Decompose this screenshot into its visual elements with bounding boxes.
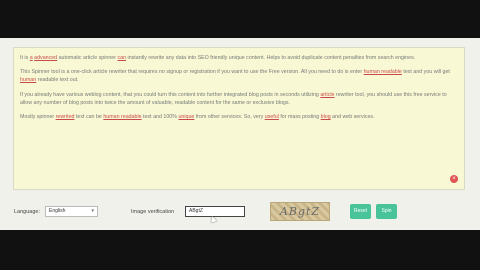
editor-paragraph: This Spinner tool is a one-click article… (20, 68, 457, 84)
spun-word[interactable]: blog (321, 114, 331, 120)
chevron-down-icon: ▾ (91, 208, 94, 214)
spun-word[interactable]: unique (178, 114, 194, 120)
text-segment: It is (20, 55, 30, 61)
editor-paragraph: It is a advanced automatic article spinn… (20, 54, 457, 62)
spun-word[interactable]: can (118, 55, 127, 61)
text-segment: and web services. (330, 114, 375, 121)
spun-word[interactable]: advanced (34, 55, 57, 61)
captcha-image: ABgtZ (270, 202, 330, 221)
language-value: English (49, 208, 66, 214)
verification-label: Image verification (131, 209, 175, 215)
verification-input-value: ABgtZ (189, 208, 203, 214)
text-segment: text and you will get (401, 69, 450, 76)
text-segment: text can be (74, 114, 104, 121)
language-select[interactable]: English ▾ (45, 206, 98, 217)
editor-paragraph: If you already have various weblog conte… (20, 91, 457, 107)
text-segment: from other services. So, very (194, 114, 265, 121)
article-text-editor[interactable]: It is a advanced automatic article spinn… (13, 47, 465, 190)
text-segment: This Spinner tool is a one-click article… (20, 69, 364, 76)
text-segment: If you already have various weblog conte… (20, 91, 321, 98)
spin-button[interactable]: Spin (376, 204, 397, 219)
captcha-text: ABgtZ (279, 205, 321, 218)
text-segment: instantly rewrite any data into SEO frie… (126, 55, 416, 61)
controls-bar: Language: English ▾ Image verification A… (0, 202, 480, 225)
text-segment: automatic article spinner (57, 55, 118, 61)
text-segment: Mostly spinner (20, 114, 56, 121)
spun-word[interactable]: human readable (103, 114, 141, 120)
spinner-page: It is a advanced automatic article spinn… (0, 38, 480, 230)
language-label: Language: (14, 209, 40, 215)
spun-word[interactable]: human readable (364, 69, 402, 75)
text-segment: readable text out. (36, 77, 79, 84)
text-segment: text and 100% (141, 114, 179, 121)
editor-paragraph: Mostly spinner rewrited text can be huma… (20, 113, 457, 121)
spun-word[interactable]: article (320, 92, 334, 98)
text-segment: for mass posting (278, 114, 321, 121)
spun-word[interactable]: useful (265, 114, 279, 120)
clear-text-icon[interactable]: × (450, 175, 458, 183)
spin-button-label: Spin (381, 208, 392, 214)
spun-word[interactable]: rewrited (56, 114, 75, 120)
reset-button-label: Reset (353, 208, 368, 214)
reset-button[interactable]: Reset (350, 204, 371, 219)
spun-word[interactable]: human (20, 77, 36, 83)
